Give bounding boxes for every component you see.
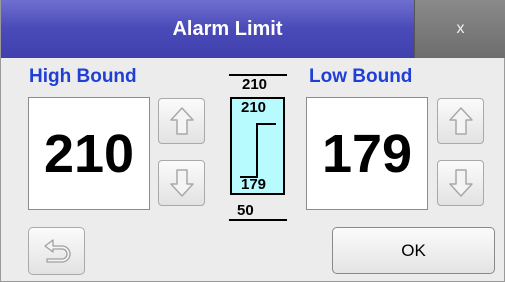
high-bound-value[interactable]: 210 — [28, 97, 150, 210]
high-bound-label: High Bound — [29, 66, 137, 87]
close-icon: x — [456, 20, 465, 37]
alarm-limit-dialog: Alarm Limit x High Bound 210 210 210 179… — [0, 0, 505, 282]
high-bound-down-button[interactable] — [158, 160, 205, 206]
dialog-title: Alarm Limit — [172, 17, 283, 40]
up-arrow-icon — [169, 107, 194, 135]
low-bound-label: Low Bound — [309, 66, 413, 87]
down-arrow-icon — [169, 169, 194, 197]
low-bound-down-button[interactable] — [437, 160, 484, 206]
scale-max-value: 210 — [242, 76, 268, 93]
scale-bottom-line — [229, 219, 287, 221]
scale-min-value: 50 — [237, 202, 254, 219]
close-button[interactable]: x — [414, 0, 505, 58]
indicator-high-value: 210 — [241, 99, 267, 116]
back-button[interactable] — [28, 227, 85, 275]
low-bound-value[interactable]: 179 — [306, 97, 428, 210]
indicator-low-value: 179 — [241, 176, 267, 193]
title-bar: Alarm Limit — [1, 0, 414, 58]
high-bound-up-button[interactable] — [158, 98, 205, 144]
up-arrow-icon — [448, 107, 473, 135]
ok-button[interactable]: OK — [332, 227, 495, 274]
return-arrow-icon — [43, 239, 71, 263]
low-bound-up-button[interactable] — [437, 98, 484, 144]
down-arrow-icon — [448, 169, 473, 197]
